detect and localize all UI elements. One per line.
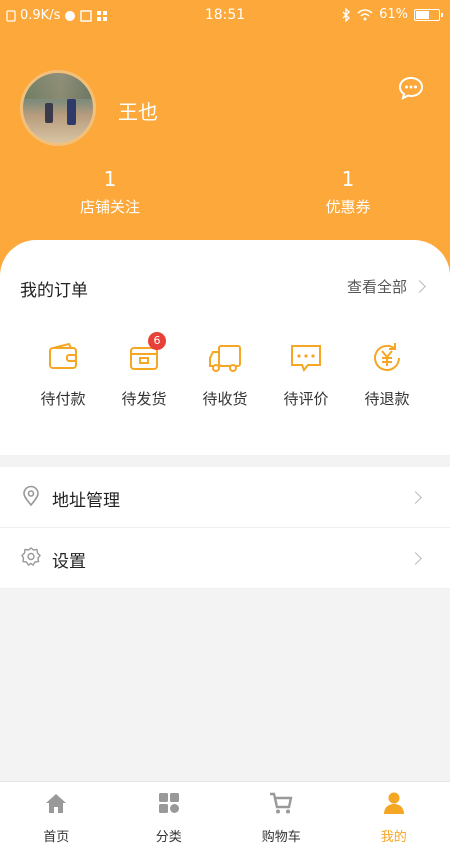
wallet-icon [43,338,83,378]
home-icon [46,794,67,813]
status-right: 61% [341,7,443,22]
tab-mine[interactable]: 我的 [338,782,450,847]
comment-icon [286,338,326,378]
chevron-right-icon [409,552,422,565]
bottom-tab-bar: 首页 分类 购物车 我的 [0,781,450,847]
wifi-icon [357,8,373,20]
order-pending-receipt[interactable]: 待收货 [185,338,265,409]
truck-icon [205,338,245,378]
order-label: 待评价 [283,390,329,408]
message-icon[interactable] [398,76,424,100]
status-bar: 0.9K/s 18:51 61% [0,0,450,30]
username: 王也 [118,100,158,124]
tab-category[interactable]: 分类 [113,782,226,847]
order-label: 待退款 [364,390,410,408]
battery-icon [414,8,443,21]
stat-label: 优惠券 [325,198,371,216]
menu-settings[interactable]: 设置 [0,528,450,589]
tab-label: 分类 [155,830,182,845]
tab-label: 购物车 [261,830,301,845]
location-pin-icon [23,485,39,507]
order-label: 待发货 [121,390,167,408]
menu-label: 地址管理 [52,491,120,511]
stat-count: 1 [341,167,355,191]
tab-label: 首页 [43,830,70,845]
orders-title: 我的订单 [20,281,88,301]
menu-address-management[interactable]: 地址管理 [0,467,450,528]
bluetooth-icon [342,7,351,22]
tab-label: 我的 [380,830,407,845]
battery-percent: 61% [379,7,408,22]
package-icon: 6 [124,332,166,378]
grid-icon [158,793,179,813]
stat-coupons[interactable]: 1 优惠券 [283,168,413,217]
order-pending-refund[interactable]: 待退款 [347,338,427,409]
chevron-right-icon [413,280,426,293]
order-label: 待付款 [40,390,86,408]
order-pending-payment[interactable]: 待付款 [23,338,103,409]
gear-icon [21,547,41,567]
settings-menu: 地址管理 设置 [0,467,450,589]
view-all-label: 查看全部 [346,278,407,296]
chevron-right-icon [409,491,422,504]
order-label: 待收货 [202,390,248,408]
tab-cart[interactable]: 购物车 [225,782,338,847]
order-pending-shipment[interactable]: 6 待发货 [104,332,184,409]
stat-label: 店铺关注 [79,198,140,216]
stat-count: 1 [103,167,117,191]
refund-yen-icon [367,338,407,378]
order-count-badge: 6 [148,332,166,350]
battery-fill [416,10,430,19]
person-icon [383,792,404,814]
menu-label: 设置 [52,552,86,572]
cart-icon [270,792,293,814]
tab-home[interactable]: 首页 [0,782,113,847]
avatar[interactable] [20,70,96,146]
orders-card: 我的订单 查看全部 待付款 6 待发货 待收货 待评价 待退款 [0,240,450,455]
order-pending-review[interactable]: 待评价 [266,338,346,409]
view-all-orders-link[interactable]: 查看全部 [346,276,426,297]
stat-store-follow[interactable]: 1 店铺关注 [45,168,175,217]
